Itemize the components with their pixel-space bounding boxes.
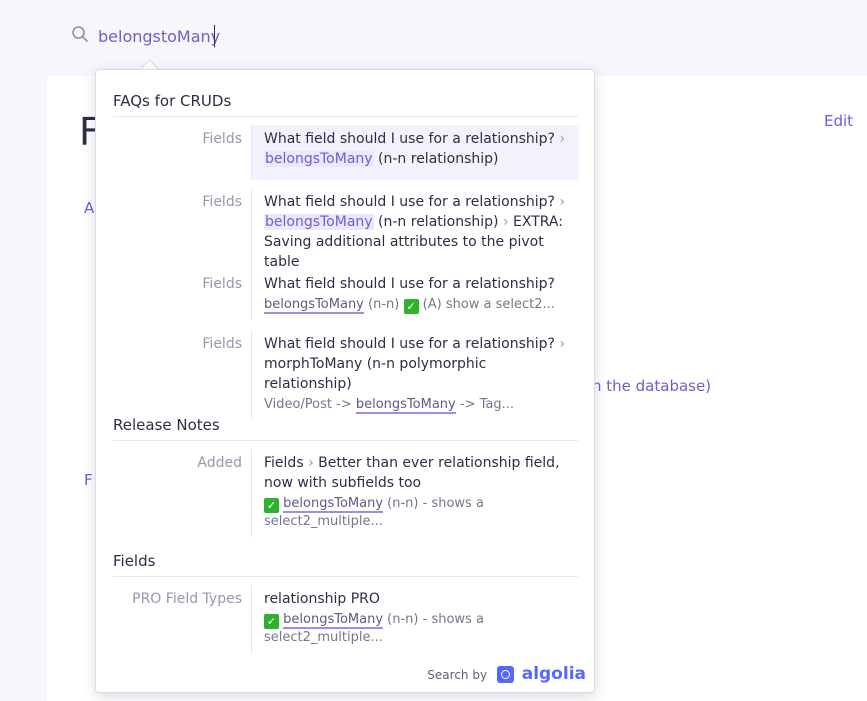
result-snippet: ✓ belongsToMany (n-n) - shows a select2_… — [264, 495, 569, 531]
result-content[interactable]: What field should I use for a relationsh… — [251, 330, 579, 420]
snippet-highlight: belongsToMany — [283, 496, 384, 513]
result-content[interactable]: relationship PRO ✓ belongsToMany (n-n) -… — [251, 585, 579, 653]
result-content[interactable]: What field should I use for a relationsh… — [251, 270, 579, 320]
result-content[interactable]: Fields › Better than ever relationship f… — [251, 449, 579, 537]
result-snippet: belongsToMany (n-n) ✓ (A) show a select2… — [264, 296, 569, 314]
result-subcategory: PRO Field Types — [132, 591, 242, 607]
snippet-highlight: belongsToMany — [355, 397, 456, 414]
result-snippet: ✓ belongsToMany (n-n) - shows a select2_… — [264, 611, 569, 647]
result-title: What field should I use for a relationsh… — [264, 194, 555, 210]
snippet-text: (n-n) — [368, 297, 400, 312]
search-by-label: Search by — [427, 668, 488, 682]
result-title-rest: (n-n relationship) — [378, 151, 499, 167]
result-title-rest: morphToMany (n-n polymorphic relationshi… — [264, 356, 487, 392]
result-snippet: Video/Post -> belongsToMany -> Tag... — [264, 396, 569, 414]
result-subcategory: Fields — [202, 336, 242, 352]
result-content[interactable]: What field should I use for a relationsh… — [251, 125, 579, 180]
result-subcategory: Fields — [202, 194, 242, 210]
result-title: What field should I use for a relationsh… — [264, 131, 555, 147]
result-title: What field should I use for a relationsh… — [264, 336, 555, 352]
snippet-text: -> Tag... — [459, 397, 515, 412]
result-subcategory: Added — [197, 455, 242, 471]
category-header-faq: FAQs for CRUDs — [113, 92, 578, 117]
snippet-highlight: belongsToMany — [283, 612, 384, 629]
snippet-text: (A) show a select2... — [422, 297, 555, 312]
search-icon — [72, 26, 88, 42]
result-highlight: belongsToMany — [264, 214, 374, 230]
result-title-rest: (n-n relationship) — [378, 214, 499, 230]
category-header-release-notes: Release Notes — [113, 416, 578, 441]
sidebar-link-a[interactable]: A — [84, 199, 94, 217]
result-title: relationship PRO — [264, 591, 380, 607]
search-bar — [0, 0, 867, 72]
check-icon: ✓ — [264, 498, 279, 513]
check-icon: ✓ — [264, 614, 279, 629]
result-content[interactable]: What field should I use for a relationsh… — [251, 188, 579, 278]
sidebar-link-f[interactable]: F — [84, 471, 93, 489]
result-title: Fields — [264, 455, 304, 471]
edit-link[interactable]: Edit — [824, 112, 853, 130]
background-link-text[interactable]: n the database) — [592, 377, 711, 395]
result-highlight: belongsToMany — [264, 151, 374, 167]
search-input[interactable] — [98, 22, 498, 50]
snippet-text: Video/Post -> — [264, 397, 352, 412]
result-title: What field should I use for a relationsh… — [264, 276, 555, 292]
search-results-dropdown: FAQs for CRUDs Fields What field should … — [95, 69, 595, 693]
algolia-wordmark: algolia — [521, 664, 586, 684]
category-header-fields: Fields — [113, 552, 578, 577]
search-by-algolia[interactable]: Search by algolia — [427, 664, 586, 684]
result-subcategory: Fields — [202, 131, 242, 147]
result-subcategory: Fields — [202, 276, 242, 292]
text-caret — [214, 25, 215, 47]
snippet-highlight: belongsToMany — [264, 297, 364, 314]
algolia-logo — [496, 666, 514, 683]
check-icon: ✓ — [403, 299, 419, 314]
